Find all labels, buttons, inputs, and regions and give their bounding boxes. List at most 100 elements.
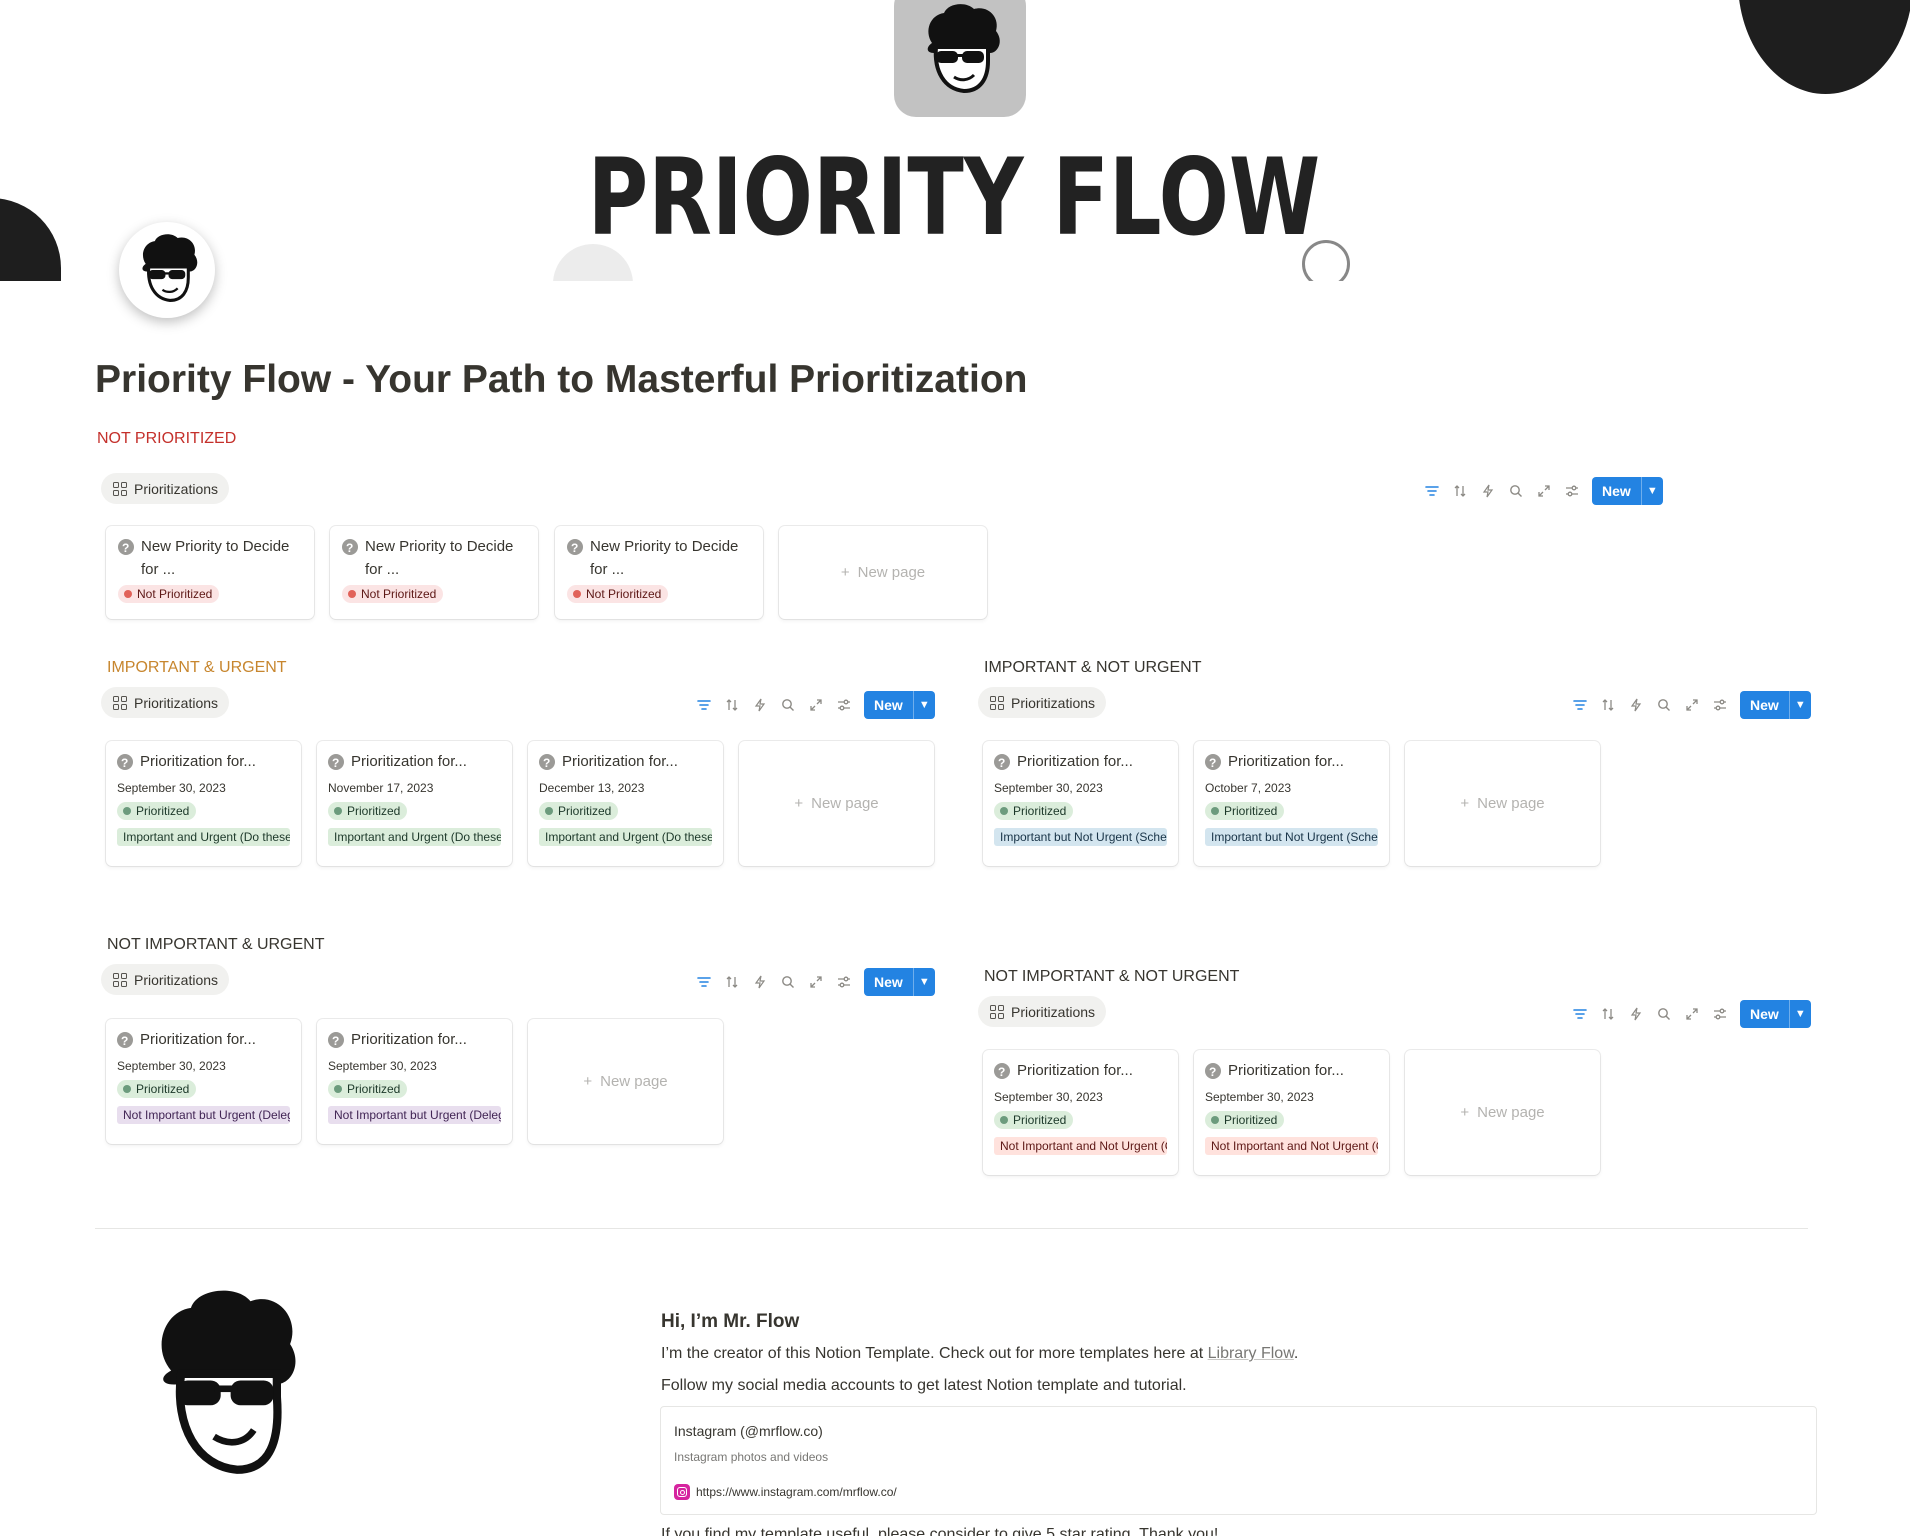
gallery-view-icon (113, 972, 127, 987)
gallery-card[interactable]: Prioritization for... December 13, 2023 … (528, 741, 723, 866)
quadrant-tag: Not Important but Urgent (Delega (328, 1106, 501, 1124)
view-tab-prioritizations[interactable]: Prioritizations (101, 687, 230, 718)
new-page-card[interactable]: + New page (1405, 741, 1600, 866)
gallery-card[interactable]: Prioritization for... September 30, 2023… (317, 1019, 512, 1144)
quadrant-tag: Not Important and Not Urgent (Co (1205, 1137, 1378, 1155)
status-badge: Prioritized (1205, 802, 1285, 820)
gallery-card[interactable]: Prioritization for... September 30, 2023… (106, 1019, 301, 1144)
mr-flow-face-icon (161, 1290, 296, 1474)
automation-lightning-icon[interactable] (746, 691, 774, 719)
automation-lightning-icon[interactable] (1474, 477, 1502, 505)
chevron-down-icon[interactable]: ▼ (1788, 691, 1811, 719)
card-date: September 30, 2023 (994, 1090, 1103, 1104)
gallery-card[interactable]: New Priority to Decide for ... Not Prior… (330, 526, 538, 619)
card-date: September 30, 2023 (117, 1059, 226, 1073)
chevron-down-icon[interactable]: ▼ (912, 968, 935, 996)
cover-left-blob-decoration (0, 198, 61, 281)
new-page-card[interactable]: + New page (779, 526, 987, 619)
status-badge: Prioritized (539, 802, 619, 820)
new-page-card[interactable]: + New page (1405, 1050, 1600, 1175)
settings-sliders-icon[interactable] (1706, 691, 1734, 719)
view-tab-prioritizations[interactable]: Prioritizations (101, 964, 230, 995)
plus-icon: + (1460, 1104, 1470, 1121)
automation-lightning-icon[interactable] (1622, 691, 1650, 719)
search-icon[interactable] (774, 968, 802, 996)
settings-sliders-icon[interactable] (830, 968, 858, 996)
chevron-down-icon[interactable]: ▼ (1788, 1000, 1811, 1028)
page-title[interactable]: Priority Flow - Your Path to Masterful P… (95, 358, 1027, 402)
view-tab-prioritizations[interactable]: Prioritizations (101, 473, 230, 504)
new-button[interactable]: New ▼ (864, 691, 935, 719)
new-page-card[interactable]: + New page (528, 1019, 723, 1144)
gallery-card[interactable]: Prioritization for... September 30, 2023… (1194, 1050, 1389, 1175)
card-title: Prioritization for... (140, 753, 256, 770)
sort-icon[interactable] (1446, 477, 1474, 505)
card-title: New Priority to Decide for ... (590, 538, 739, 578)
section-label-not-important-urgent: NOT IMPORTANT & URGENT (107, 936, 325, 953)
section-label-important-not-urgent: IMPORTANT & NOT URGENT (984, 659, 1202, 676)
card-title: Prioritization for... (351, 1031, 467, 1048)
new-button[interactable]: New ▼ (1740, 1000, 1811, 1028)
card-date: September 30, 2023 (117, 781, 226, 795)
view-tab-prioritizations[interactable]: Prioritizations (978, 687, 1107, 718)
section-label-not-prioritized: NOT PRIORITIZED (97, 430, 237, 447)
new-page-card[interactable]: + New page (739, 741, 934, 866)
expand-icon[interactable] (802, 691, 830, 719)
search-icon[interactable] (774, 691, 802, 719)
gallery-card[interactable]: Prioritization for... November 17, 2023 … (317, 741, 512, 866)
question-icon (328, 752, 344, 775)
instagram-bookmark[interactable]: Instagram (@mrflow.co) Instagram photos … (660, 1406, 1817, 1515)
plus-icon: + (1460, 795, 1470, 812)
gallery-card[interactable]: New Priority to Decide for ... Not Prior… (555, 526, 763, 619)
chevron-down-icon[interactable]: ▼ (1640, 477, 1663, 505)
library-flow-link[interactable]: Library Flow (1208, 1345, 1294, 1362)
gallery-card[interactable]: Prioritization for... September 30, 2023… (106, 741, 301, 866)
search-icon[interactable] (1650, 691, 1678, 719)
question-icon (1205, 752, 1221, 775)
search-icon[interactable] (1502, 477, 1530, 505)
settings-sliders-icon[interactable] (1706, 1000, 1734, 1028)
view-tab-prioritizations[interactable]: Prioritizations (978, 996, 1107, 1027)
new-button[interactable]: New ▼ (1740, 691, 1811, 719)
settings-sliders-icon[interactable] (830, 691, 858, 719)
creator-rating-line: If you find my template useful, please c… (661, 1526, 1219, 1536)
sort-icon[interactable] (1594, 691, 1622, 719)
expand-icon[interactable] (1530, 477, 1558, 505)
view-tab-label: Prioritizations (1011, 694, 1096, 711)
filter-icon[interactable] (1566, 691, 1594, 719)
settings-sliders-icon[interactable] (1558, 477, 1586, 505)
new-button-label: New (1750, 697, 1779, 713)
new-button[interactable]: New ▼ (864, 968, 935, 996)
instagram-icon (674, 1484, 690, 1500)
expand-icon[interactable] (1678, 1000, 1706, 1028)
gallery-card[interactable]: Prioritization for... October 7, 2023 Pr… (1194, 741, 1389, 866)
gallery-card[interactable]: New Priority to Decide for ... Not Prior… (106, 526, 314, 619)
card-date: December 13, 2023 (539, 781, 645, 795)
bookmark-description: Instagram photos and videos (674, 1450, 829, 1464)
automation-lightning-icon[interactable] (746, 968, 774, 996)
sort-icon[interactable] (718, 691, 746, 719)
quadrant-tag: Important but Not Urgent (Schedu (994, 828, 1167, 846)
chevron-down-icon[interactable]: ▼ (912, 691, 935, 719)
filter-icon[interactable] (1418, 477, 1446, 505)
page-icon-avatar[interactable] (119, 222, 215, 318)
quadrant-tag: Important and Urgent (Do these in (328, 828, 501, 846)
sort-icon[interactable] (718, 968, 746, 996)
question-icon (1205, 1061, 1221, 1084)
filter-icon[interactable] (1566, 1000, 1594, 1028)
search-icon[interactable] (1650, 1000, 1678, 1028)
filter-icon[interactable] (690, 691, 718, 719)
gallery-card[interactable]: Prioritization for... September 30, 2023… (983, 1050, 1178, 1175)
question-icon (118, 537, 134, 560)
automation-lightning-icon[interactable] (1622, 1000, 1650, 1028)
view-toolbar: New ▼ (1566, 1000, 1811, 1028)
new-button[interactable]: New ▼ (1592, 477, 1663, 505)
view-toolbar: New ▼ (690, 968, 935, 996)
gallery-card[interactable]: Prioritization for... September 30, 2023… (983, 741, 1178, 866)
gallery-view-icon (113, 481, 127, 496)
sort-icon[interactable] (1594, 1000, 1622, 1028)
new-page-label: New page (600, 1073, 668, 1090)
expand-icon[interactable] (1678, 691, 1706, 719)
expand-icon[interactable] (802, 968, 830, 996)
filter-icon[interactable] (690, 968, 718, 996)
